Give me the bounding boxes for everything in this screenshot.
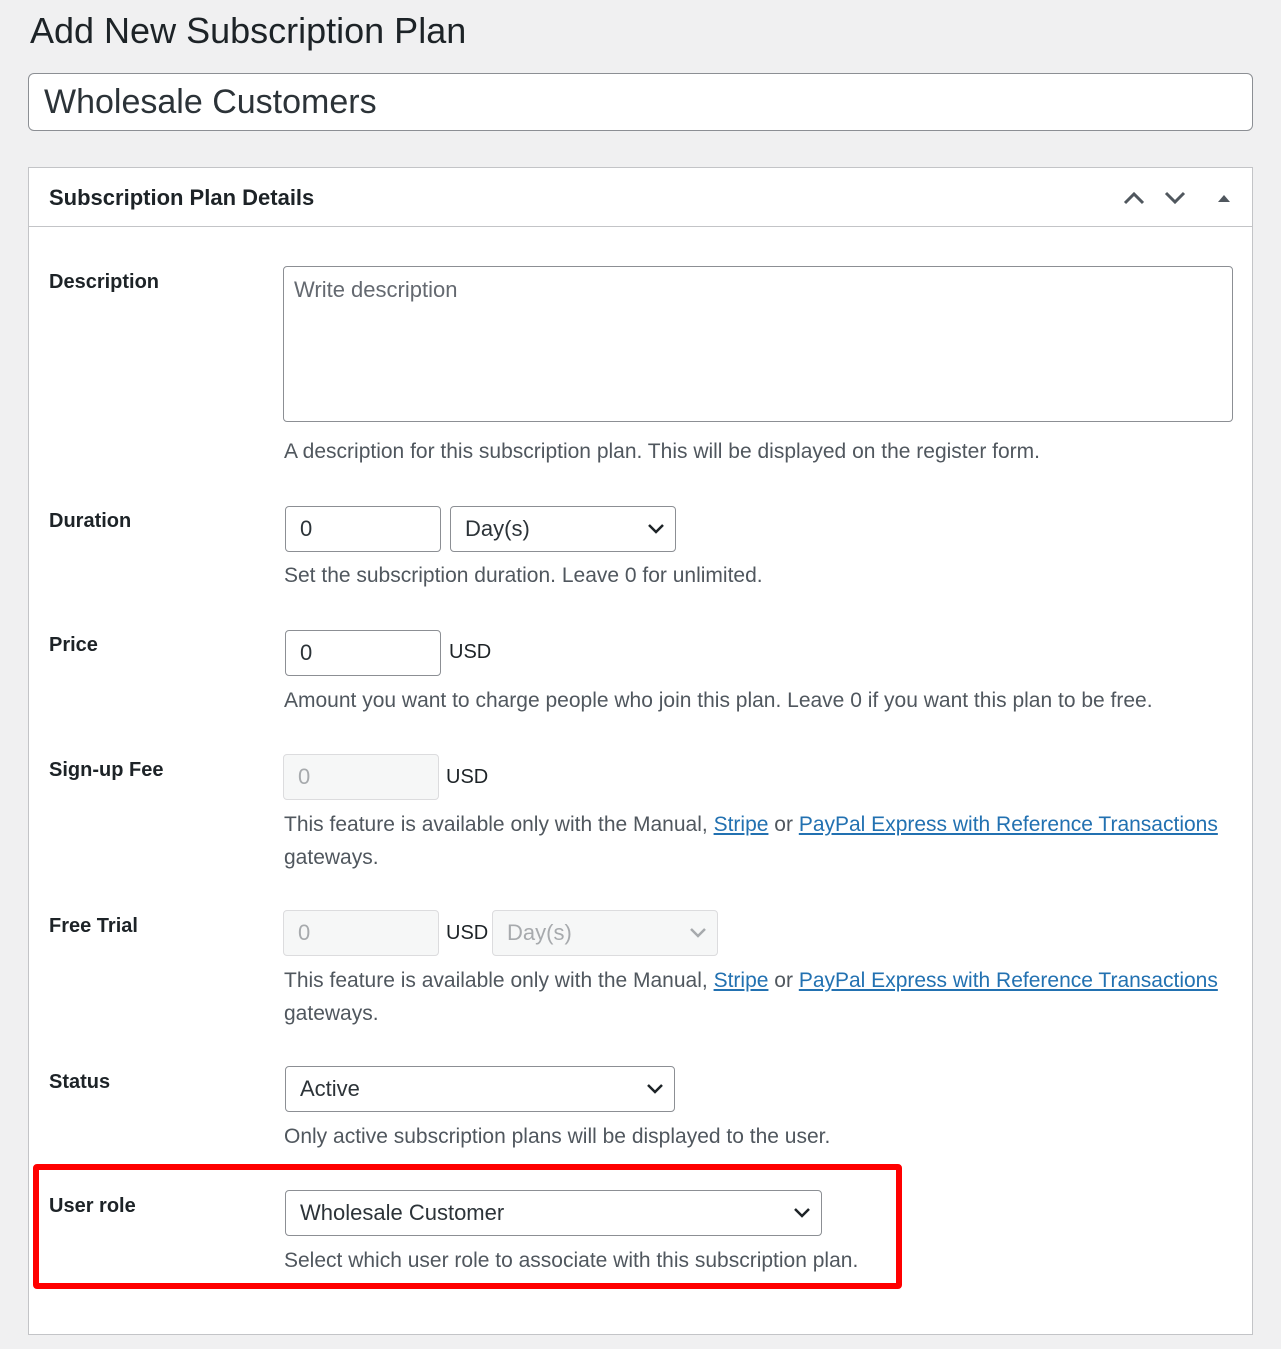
status-value: Active [300, 1076, 360, 1101]
signup-fee-help: This feature is available only with the … [284, 808, 1244, 874]
paypal-express-link[interactable]: PayPal Express with Reference Transactio… [799, 969, 1218, 992]
stripe-link[interactable]: Stripe [714, 813, 769, 836]
page-title: Add New Subscription Plan [30, 10, 467, 51]
duration-unit-select[interactable]: Day(s) [450, 506, 676, 552]
help-or-text: or [774, 813, 793, 836]
free-trial-currency: USD [446, 922, 489, 944]
plan-title-input[interactable]: Wholesale Customers [28, 73, 1253, 131]
user-role-label: User role [49, 1195, 136, 1217]
signup-fee-label: Sign-up Fee [49, 759, 164, 781]
free-trial-unit-select: Day(s) [492, 910, 718, 956]
toggle-panel-icon[interactable] [1206, 180, 1242, 216]
price-help: Amount you want to charge people who joi… [284, 689, 1153, 712]
metabox-header: Subscription Plan Details [29, 168, 1252, 227]
status-select[interactable]: Active [285, 1066, 675, 1112]
status-label: Status [49, 1071, 111, 1093]
subscription-plan-details-metabox: Subscription Plan Details Description A … [28, 167, 1253, 1335]
price-label: Price [49, 634, 98, 656]
user-role-help: Select which user role to associate with… [284, 1249, 859, 1272]
description-label: Description [49, 271, 160, 293]
user-role-value: Wholesale Customer [300, 1200, 505, 1225]
duration-input[interactable]: 0 [285, 506, 441, 552]
free-trial-help: This feature is available only with the … [284, 964, 1244, 1030]
description-help: A description for this subscription plan… [284, 440, 1040, 463]
signup-fee-currency: USD [446, 766, 489, 788]
description-textarea[interactable] [283, 266, 1233, 422]
help-gateways-text: gateways. [284, 846, 379, 869]
free-trial-label: Free Trial [49, 915, 138, 937]
duration-help: Set the subscription duration. Leave 0 f… [284, 564, 763, 587]
chevron-down-icon [648, 524, 664, 534]
chevron-down-icon [794, 1208, 810, 1218]
duration-label: Duration [49, 510, 132, 532]
paypal-express-link[interactable]: PayPal Express with Reference Transactio… [799, 813, 1218, 836]
price-currency: USD [449, 641, 492, 663]
chevron-down-icon [647, 1084, 663, 1094]
help-gateways-text: gateways. [284, 1002, 379, 1025]
duration-unit-value: Day(s) [465, 516, 530, 541]
move-down-icon[interactable] [1157, 180, 1193, 216]
status-help: Only active subscription plans will be d… [284, 1125, 831, 1148]
signup-fee-input: 0 [283, 754, 439, 800]
signup-fee-help-text: This feature is available only with the … [284, 813, 708, 836]
free-trial-unit-value: Day(s) [507, 920, 572, 945]
chevron-down-icon [690, 928, 706, 938]
metabox-title: Subscription Plan Details [49, 185, 315, 210]
move-up-icon[interactable] [1116, 180, 1152, 216]
price-input[interactable]: 0 [285, 630, 441, 676]
user-role-select[interactable]: Wholesale Customer [285, 1190, 822, 1236]
stripe-link[interactable]: Stripe [714, 969, 769, 992]
help-or-text: or [774, 969, 793, 992]
free-trial-input: 0 [283, 910, 439, 956]
free-trial-help-text: This feature is available only with the … [284, 969, 708, 992]
